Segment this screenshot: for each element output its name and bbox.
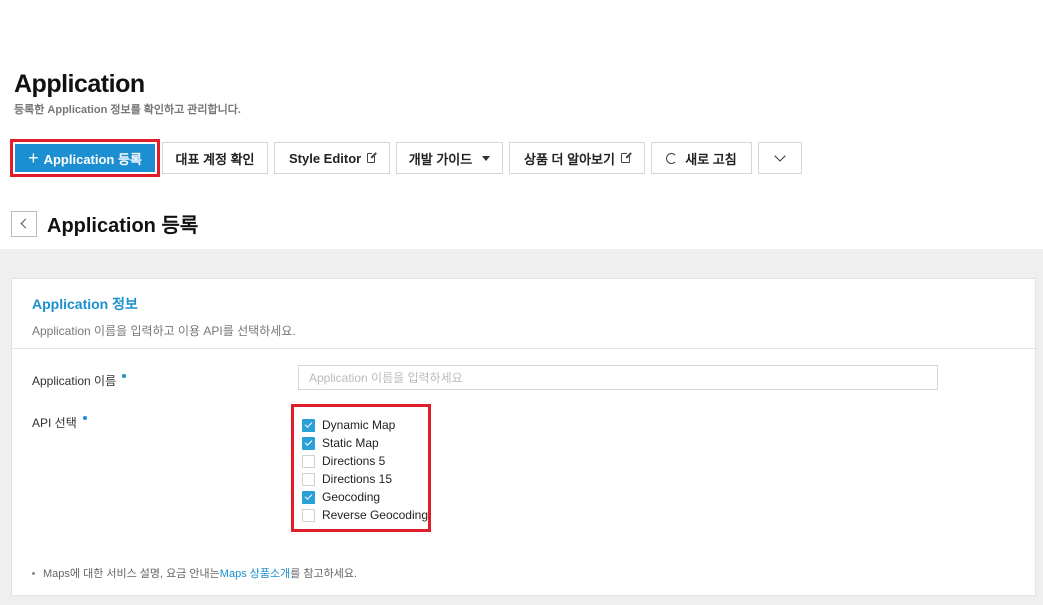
api-option-directions-5[interactable]: Directions 5 [302, 452, 428, 470]
check-icon [304, 438, 313, 446]
toolbar: + Application 등록 대표 계정 확인 Style Editor 개… [10, 139, 808, 177]
external-link-icon [620, 151, 633, 163]
api-select-label-text: API 선택 [32, 416, 77, 430]
api-option-label: Reverse Geocoding [321, 508, 428, 522]
app-name-input[interactable] [298, 365, 938, 390]
register-application-button[interactable]: + Application 등록 [15, 144, 155, 172]
card-description: Application 이름을 입력하고 이용 API를 선택하세요. [32, 324, 296, 338]
app-name-label: Application 이름 [32, 372, 127, 389]
required-dot [122, 374, 127, 378]
application-info-card: Application 정보 Application 이름을 입력하고 이용 A… [11, 278, 1036, 596]
style-editor-button[interactable]: Style Editor [274, 142, 390, 174]
checkbox[interactable] [302, 490, 315, 504]
api-option-geocoding[interactable]: Geocoding [302, 488, 428, 506]
bullet-icon [32, 571, 35, 575]
back-button[interactable] [11, 210, 37, 237]
page-subtitle: 등록한 Application 정보를 확인하고 관리합니다. [14, 104, 241, 116]
representative-account-label: 대표 계정 확인 [175, 151, 255, 167]
refresh-icon [666, 152, 678, 164]
highlight-box: + Application 등록 [10, 139, 160, 177]
section-title: Application 등록 [47, 215, 199, 237]
api-option-static-map[interactable]: Static Map [302, 434, 428, 452]
api-option-label: Geocoding [322, 490, 381, 504]
api-option-label: Static Map [322, 436, 379, 450]
checkbox[interactable] [302, 472, 315, 486]
api-option-directions-15[interactable]: Directions 15 [302, 470, 428, 488]
caret-down-icon [482, 155, 491, 161]
api-option-label: Directions 5 [322, 454, 386, 468]
chevron-down-icon [774, 150, 786, 162]
representative-account-button[interactable]: 대표 계정 확인 [162, 142, 268, 174]
check-icon [304, 492, 313, 500]
maps-info-note: Maps에 대한 서비스 설명, 요금 안내는 Maps 상품소개 를 참고하세요… [32, 565, 357, 581]
product-more-button[interactable]: 상품 더 알아보기 [509, 142, 645, 174]
dev-guide-dropdown[interactable]: 개발 가이드 [396, 142, 503, 174]
app-name-label-text: Application 이름 [32, 374, 117, 388]
note-prefix: Maps에 대한 서비스 설명, 요금 안내는 [43, 568, 220, 580]
checkbox[interactable] [302, 418, 315, 432]
required-dot [82, 416, 87, 420]
card-title: Application 정보 [32, 296, 138, 312]
plus-icon: + [28, 148, 39, 168]
chevron-left-icon [20, 218, 31, 229]
dev-guide-label: 개발 가이드 [408, 151, 473, 167]
check-icon [304, 420, 313, 428]
page-title: Application [14, 70, 145, 98]
external-link-icon [367, 151, 377, 163]
refresh-button[interactable]: 새로 고침 [651, 142, 752, 174]
api-option-dynamic-map[interactable]: Dynamic Map [302, 416, 428, 434]
checkbox[interactable] [302, 454, 315, 468]
more-menu-button[interactable] [758, 142, 802, 174]
api-option-label: Dynamic Map [322, 418, 396, 432]
maps-product-link[interactable]: Maps 상품소개 [220, 565, 290, 581]
api-checkbox-group: Dynamic Map Static Map Directions 5 Dire… [291, 404, 431, 532]
checkbox[interactable] [302, 508, 315, 522]
refresh-label: 새로 고침 [685, 151, 737, 167]
checkbox[interactable] [302, 436, 315, 450]
note-suffix: 를 참고하세요. [290, 568, 358, 580]
style-editor-label: Style Editor [289, 150, 362, 166]
register-application-label: Application 등록 [43, 151, 142, 167]
api-select-label: API 선택 [32, 414, 87, 431]
sub-header: Application 등록 [11, 209, 198, 238]
api-option-label: Directions 15 [322, 472, 393, 486]
card-header: Application 정보 Application 이름을 입력하고 이용 A… [12, 279, 1035, 349]
product-more-label: 상품 더 알아보기 [524, 151, 615, 167]
api-option-reverse-geocoding[interactable]: Reverse Geocoding [302, 506, 428, 524]
